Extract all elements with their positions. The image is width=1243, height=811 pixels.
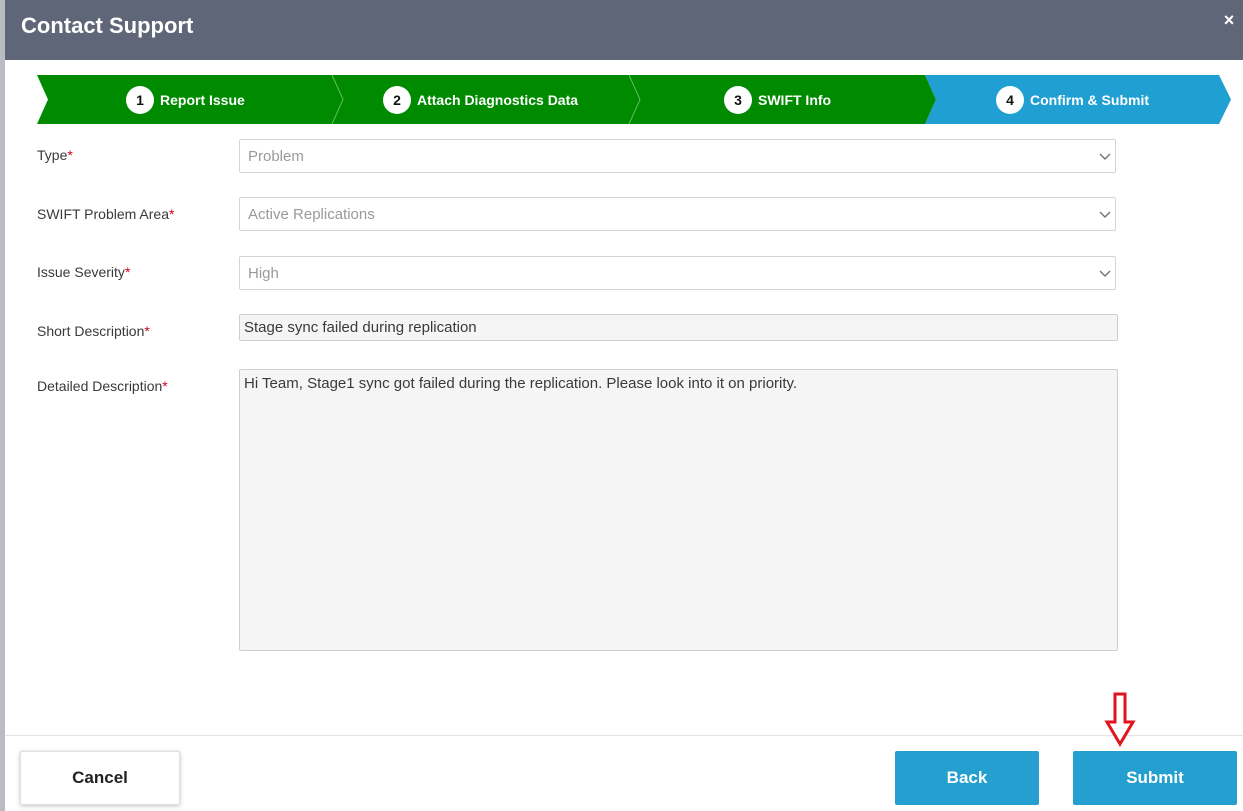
severity-select-value: High [248, 265, 279, 282]
arrow-down-icon [1104, 692, 1136, 747]
step-label: Confirm & Submit [1030, 91, 1149, 108]
step-report-issue[interactable]: 1 Report Issue [126, 75, 245, 124]
dialog-title: Contact Support [21, 13, 194, 38]
severity-label: Issue Severity* [37, 263, 130, 281]
chevron-down-icon [1099, 153, 1111, 161]
back-button[interactable]: Back [895, 751, 1039, 805]
short-description-label-text: Short Description [37, 323, 145, 339]
severity-label-text: Issue Severity [37, 264, 125, 280]
step-number-badge: 3 [724, 85, 752, 114]
contact-support-dialog: Contact Support × 1 Report Issue 2 Attac… [5, 0, 1243, 811]
required-marker: * [169, 206, 175, 222]
type-select[interactable]: Problem [239, 139, 1116, 173]
type-label-text: Type [37, 147, 68, 163]
type-label: Type* [37, 146, 73, 164]
step-label: Report Issue [160, 91, 245, 108]
required-marker: * [162, 378, 168, 394]
chevron-down-icon [1099, 270, 1111, 278]
step-number-badge: 2 [383, 85, 411, 114]
short-description-label: Short Description* [37, 322, 150, 340]
short-description-input[interactable]: Stage sync failed during replication [239, 314, 1118, 341]
step-label: Attach Diagnostics Data [417, 91, 579, 108]
problem-area-select[interactable]: Active Replications [239, 197, 1116, 231]
cancel-button[interactable]: Cancel [20, 751, 180, 805]
step-attach-diagnostics[interactable]: 2 Attach Diagnostics Data [383, 75, 578, 124]
severity-select[interactable]: High [239, 256, 1116, 290]
type-select-value: Problem [248, 148, 304, 165]
wizard-steps: 1 Report Issue 2 Attach Diagnostics Data… [5, 75, 1243, 124]
problem-area-select-value: Active Replications [248, 206, 375, 223]
step-number-badge: 1 [126, 85, 154, 114]
detailed-description-label-text: Detailed Description [37, 378, 163, 394]
close-icon[interactable]: × [1221, 10, 1237, 30]
problem-area-label-text: SWIFT Problem Area [37, 206, 170, 222]
submit-button[interactable]: Submit [1073, 751, 1237, 805]
step-swift-info[interactable]: 3 SWIFT Info [724, 75, 831, 124]
step-label: SWIFT Info [758, 91, 832, 108]
step-number-badge: 4 [996, 85, 1024, 114]
detailed-description-label: Detailed Description* [37, 377, 168, 395]
chevron-down-icon [1099, 211, 1111, 219]
dialog-header: Contact Support × [5, 0, 1243, 60]
detailed-description-textarea[interactable]: Hi Team, Stage1 sync got failed during t… [239, 369, 1118, 651]
required-marker: * [144, 323, 150, 339]
required-marker: * [124, 264, 131, 280]
required-marker: * [67, 147, 73, 163]
problem-area-label: SWIFT Problem Area* [37, 205, 174, 223]
step-confirm-submit[interactable]: 4 Confirm & Submit [996, 75, 1149, 124]
footer-divider [5, 735, 1243, 736]
